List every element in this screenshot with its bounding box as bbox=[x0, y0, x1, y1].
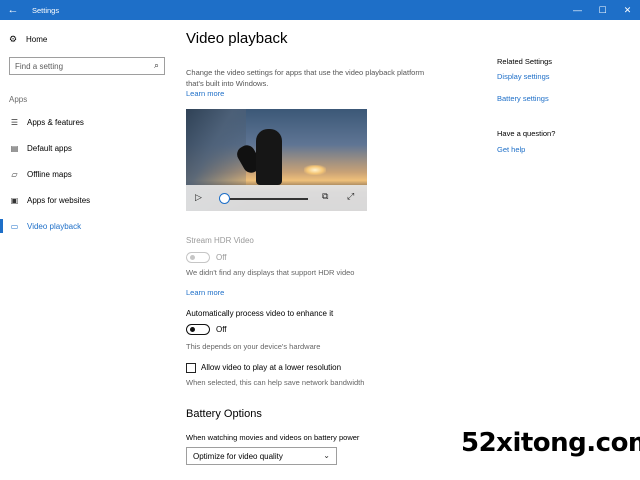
gear-icon: ⚙ bbox=[9, 34, 18, 44]
sidebar-item-label: Apps & features bbox=[27, 117, 84, 127]
sidebar-item-apps-for-websites[interactable]: ▣ Apps for websites bbox=[0, 190, 168, 210]
lower-resolution-note: When selected, this can help save networ… bbox=[186, 378, 365, 387]
select-value: Optimize for video quality bbox=[193, 451, 283, 461]
hdr-learn-more-link[interactable]: Learn more bbox=[186, 288, 224, 297]
title-bar: ← Settings — ☐ ✕ bbox=[0, 0, 640, 20]
watermark: 52xitong.com bbox=[461, 428, 640, 458]
cast-icon[interactable]: ⧉ bbox=[322, 191, 328, 202]
minimize-icon[interactable]: — bbox=[565, 0, 590, 20]
sidebar-item-label: Default apps bbox=[27, 143, 72, 153]
auto-process-toggle[interactable] bbox=[186, 324, 210, 335]
search-input[interactable]: Find a setting ⌕ bbox=[9, 57, 165, 75]
auto-process-toggle-state: Off bbox=[216, 325, 227, 334]
auto-process-title: Automatically process video to enhance i… bbox=[186, 309, 334, 318]
list-icon: ☰ bbox=[10, 117, 19, 127]
back-arrow-icon[interactable]: ← bbox=[0, 0, 26, 20]
sidebar bbox=[0, 20, 168, 480]
sidebar-item-apps-features[interactable]: ☰ Apps & features bbox=[0, 112, 168, 132]
chevron-down-icon: ⌄ bbox=[323, 451, 330, 460]
battery-settings-link[interactable]: Battery settings bbox=[497, 94, 549, 103]
lower-resolution-label[interactable]: Allow video to play at a lower resolutio… bbox=[201, 363, 341, 372]
learn-more-link[interactable]: Learn more bbox=[186, 89, 224, 98]
get-help-link[interactable]: Get help bbox=[497, 145, 525, 154]
close-icon[interactable]: ✕ bbox=[615, 0, 640, 20]
hdr-title: Stream HDR Video bbox=[186, 236, 254, 245]
hdr-toggle[interactable] bbox=[186, 252, 210, 263]
toggle-knob bbox=[190, 327, 195, 332]
search-icon[interactable]: ⌕ bbox=[154, 60, 159, 71]
video-preview: ▷ ⧉ ⤢ bbox=[186, 109, 367, 211]
battery-options-subheading: When watching movies and videos on batte… bbox=[186, 433, 360, 442]
home-label: Home bbox=[26, 35, 48, 44]
hdr-note: We didn't find any displays that support… bbox=[186, 268, 355, 277]
sidebar-item-label: Apps for websites bbox=[27, 195, 91, 205]
map-icon: ▱ bbox=[11, 169, 18, 179]
battery-options-heading: Battery Options bbox=[186, 408, 262, 420]
video-icon: ▭ bbox=[10, 221, 19, 231]
video-seek-track[interactable] bbox=[224, 198, 308, 200]
fullscreen-icon[interactable]: ⤢ bbox=[347, 191, 354, 202]
section-header: Apps bbox=[9, 95, 28, 104]
hdr-toggle-state: Off bbox=[216, 253, 227, 262]
home-nav-item[interactable]: ⚙ Home bbox=[9, 34, 47, 45]
window-controls: — ☐ ✕ bbox=[565, 0, 640, 20]
question-heading: Have a question? bbox=[497, 129, 556, 138]
maximize-icon[interactable]: ☐ bbox=[590, 0, 615, 20]
video-seek-handle[interactable] bbox=[219, 193, 230, 204]
search-placeholder: Find a setting bbox=[15, 61, 64, 71]
video-person bbox=[256, 129, 282, 185]
video-control-bar: ▷ ⧉ ⤢ bbox=[186, 185, 367, 211]
page-description: Change the video settings for apps that … bbox=[186, 68, 425, 88]
auto-process-note: This depends on your device's hardware bbox=[186, 342, 321, 351]
battery-video-quality-select[interactable]: Optimize for video quality ⌄ bbox=[186, 447, 337, 465]
sidebar-item-offline-maps[interactable]: ▱ Offline maps bbox=[0, 164, 168, 184]
sidebar-item-label: Video playback bbox=[27, 221, 82, 231]
sidebar-item-video-playback[interactable]: ▭ Video playback bbox=[0, 216, 168, 236]
related-settings-heading: Related Settings bbox=[497, 57, 553, 66]
play-icon[interactable]: ▷ bbox=[195, 192, 202, 203]
video-sun bbox=[304, 165, 326, 175]
toggle-knob bbox=[190, 255, 195, 260]
link-apps-icon: ▣ bbox=[10, 195, 19, 205]
lower-resolution-checkbox[interactable] bbox=[186, 363, 196, 373]
page-title: Video playback bbox=[186, 30, 288, 47]
sidebar-item-default-apps[interactable]: ▤ Default apps bbox=[0, 138, 168, 158]
sidebar-item-label: Offline maps bbox=[27, 169, 72, 179]
window-title: Settings bbox=[32, 5, 60, 15]
default-apps-icon: ▤ bbox=[10, 143, 19, 153]
display-settings-link[interactable]: Display settings bbox=[497, 72, 550, 81]
